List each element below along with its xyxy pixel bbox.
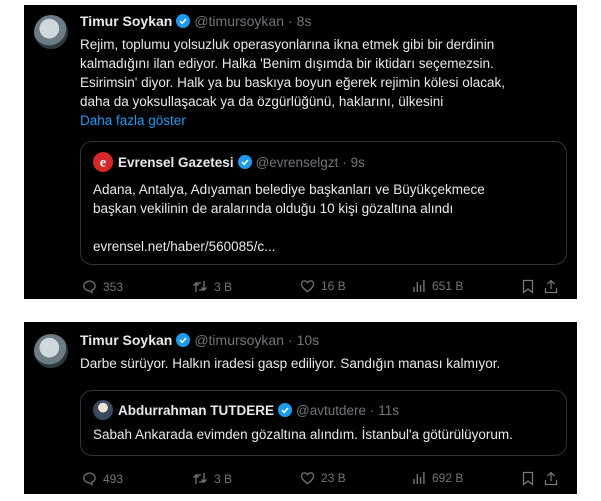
views-count: 651 B	[432, 279, 464, 293]
avatar[interactable]	[34, 15, 68, 49]
quote-author-handle: @avtutdere	[296, 402, 367, 418]
bookmark-button[interactable]	[522, 471, 540, 486]
quote-time: · 11s	[370, 402, 400, 418]
like-button[interactable]: 16 B	[300, 279, 346, 293]
verified-badge-icon	[176, 333, 191, 347]
tweet-card-1[interactable]: Timur Soykan @timursoykan · 8s Rejim, to…	[24, 5, 577, 299]
avatar[interactable]	[34, 334, 68, 368]
quote-author-handle: @evrenselgzt	[255, 154, 339, 170]
like-count: 16 B	[321, 279, 346, 293]
bookmark-button[interactable]	[522, 279, 540, 294]
verified-badge-icon	[278, 403, 293, 417]
retweet-icon	[193, 473, 207, 484]
quote-header: e Evrensel Gazetesi @evrenselgzt · 9s	[93, 152, 365, 172]
quote-time: · 9s	[342, 154, 365, 170]
avatar	[93, 400, 113, 420]
quote-author-name[interactable]: Abdurrahman TUTDERE	[118, 403, 274, 418]
tweet-text-line: kalmadığını ilan ediyor. Halka 'Benim dı…	[80, 56, 494, 71]
bookmark-icon	[522, 279, 534, 294]
views-count: 692 B	[432, 471, 464, 485]
tweet-text-line: Esirimsin' diyor. Halk ya bu baskıya boy…	[80, 75, 506, 90]
reply-count: 493	[103, 471, 124, 486]
tweet-time[interactable]: · 8s	[288, 13, 311, 29]
reply-button[interactable]: 353	[82, 279, 123, 294]
quote-text-line: Sabah Ankarada evimden gözaltına alındım…	[93, 427, 513, 442]
quote-header: Abdurrahman TUTDERE @avtutdere · 11s	[93, 400, 399, 420]
author-name[interactable]: Timur Soykan	[80, 13, 172, 29]
reply-button[interactable]: 493	[82, 471, 123, 486]
like-button[interactable]: 23 B	[300, 471, 346, 485]
like-count: 23 B	[321, 471, 346, 485]
author-name[interactable]: Timur Soykan	[80, 332, 172, 348]
bookmark-icon	[522, 471, 534, 486]
reply-count: 353	[103, 279, 124, 294]
tweet-actions: 353 3 B 16 B 651 B	[82, 279, 558, 297]
tweet-time[interactable]: · 10s	[288, 332, 319, 348]
reply-icon	[83, 280, 96, 294]
retweet-count: 3 B	[214, 279, 233, 294]
like-icon	[300, 280, 315, 293]
tweet-text: Rejim, toplumu yolsuzluk operasyonlarına…	[80, 35, 570, 130]
retweet-button[interactable]: 3 B	[192, 279, 232, 294]
views-icon	[413, 472, 425, 484]
quoted-tweet[interactable]: Abdurrahman TUTDERE @avtutdere · 11s Sab…	[80, 390, 567, 456]
quote-text-line: başkan vekilinin de aralarında olduğu 10…	[93, 201, 454, 216]
quote-link[interactable]: evrensel.net/haber/560085/c...	[93, 237, 558, 256]
views-button[interactable]: 651 B	[412, 279, 463, 293]
reply-icon	[83, 472, 96, 486]
tweet-header: Timur Soykan @timursoykan · 10s	[80, 332, 319, 348]
retweet-icon	[193, 281, 207, 292]
share-icon	[544, 471, 558, 486]
author-handle[interactable]: @timursoykan	[194, 332, 284, 348]
tweet-text-line: Darbe sürüyor. Halkın iradesi gasp edili…	[80, 356, 501, 371]
quoted-tweet[interactable]: e Evrensel Gazetesi @evrenselgzt · 9s Ad…	[80, 141, 567, 265]
quote-text: Adana, Antalya, Adıyaman belediye başkan…	[93, 180, 558, 256]
share-icon	[544, 279, 558, 294]
tweet-text: Darbe sürüyor. Halkın iradesi gasp edili…	[80, 354, 570, 373]
views-button[interactable]: 692 B	[412, 471, 463, 485]
quote-text-line: Adana, Antalya, Adıyaman belediye başkan…	[93, 182, 485, 197]
show-more-link[interactable]: Daha fazla göster	[80, 111, 570, 130]
share-button[interactable]	[544, 279, 564, 294]
tweet-header: Timur Soykan @timursoykan · 8s	[80, 13, 311, 29]
views-icon	[413, 280, 425, 292]
author-handle[interactable]: @timursoykan	[194, 13, 284, 29]
evrensel-logo-icon: e	[93, 152, 113, 172]
retweet-count: 3 B	[214, 471, 233, 486]
tweet-card-2[interactable]: Timur Soykan @timursoykan · 10s Darbe sü…	[24, 322, 577, 494]
verified-badge-icon	[237, 155, 252, 169]
tweet-text-line: Rejim, toplumu yolsuzluk operasyonlarına…	[80, 37, 495, 52]
tweet-text-line: daha da yoksullaşacak ya da özgürlüğünü,…	[80, 94, 444, 109]
quote-author-name[interactable]: Evrensel Gazetesi	[118, 155, 234, 170]
quote-text: Sabah Ankarada evimden gözaltına alındım…	[93, 425, 558, 444]
like-icon	[300, 472, 315, 485]
retweet-button[interactable]: 3 B	[192, 471, 232, 486]
share-button[interactable]	[544, 471, 564, 486]
tweet-actions: 493 3 B 23 B 692 B	[82, 471, 558, 489]
svg-text:e: e	[100, 156, 106, 171]
verified-badge-icon	[176, 14, 191, 28]
